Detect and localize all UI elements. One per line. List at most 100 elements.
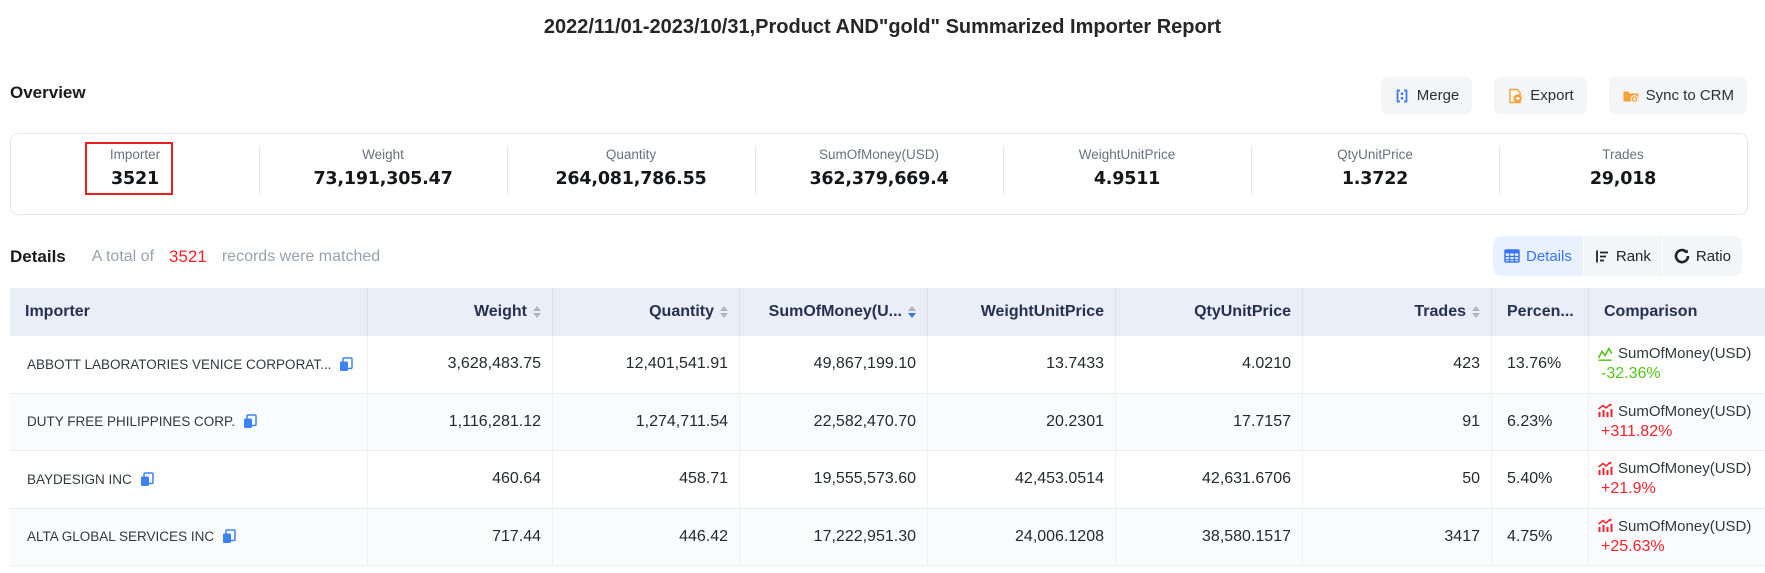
overview-panel: Importer 3521 Weight 73,191,305.47 Quant… — [10, 133, 1748, 215]
stat-trades-label: Trades — [1499, 146, 1747, 164]
weight-cell: 460.64 — [368, 451, 553, 508]
stat-importer: Importer 3521 — [11, 134, 259, 214]
weight-cell: 3,628,483.75 — [368, 336, 553, 393]
quantity-cell: 458.71 — [553, 451, 740, 508]
table-body: ABBOTT LABORATORIES VENICE CORPORAT... 3… — [10, 336, 1765, 566]
stat-weightunitprice: WeightUnitPrice 4.9511 — [1003, 134, 1251, 214]
weightunitprice-cell: 20.2301 — [928, 394, 1116, 451]
importer-cell[interactable]: ABBOTT LABORATORIES VENICE CORPORAT... — [10, 336, 368, 393]
details-bar: Details A total of 3521 records were mat… — [10, 246, 380, 268]
trend-up-chart-icon — [1597, 461, 1613, 477]
stat-weightunitprice-label: WeightUnitPrice — [1003, 146, 1251, 164]
stat-importer-value: 3521 — [11, 167, 259, 191]
export-button-label: Export — [1530, 87, 1573, 104]
details-summary-suffix: records were matched — [222, 248, 380, 266]
merge-button[interactable]: Merge — [1381, 77, 1473, 114]
col-header-quantity[interactable]: Quantity — [553, 288, 740, 336]
trend-up-chart-icon — [1597, 518, 1613, 534]
weight-cell: 717.44 — [368, 509, 553, 566]
comparison-change: +311.82% — [1597, 423, 1672, 441]
stat-sumofmoney-label: SumOfMoney(USD) — [755, 146, 1003, 164]
sumofmoney-cell: 49,867,199.10 — [740, 336, 928, 393]
table-row: DUTY FREE PHILIPPINES CORP. 1,116,281.12… — [10, 394, 1765, 452]
comparison-cell: SumOfMoney(USD) +25.63% — [1589, 509, 1765, 566]
stat-sumofmoney-value: 362,379,669.4 — [755, 167, 1003, 191]
details-heading: Details — [10, 247, 66, 267]
col-header-weightunitprice[interactable]: WeightUnitPrice — [928, 288, 1116, 336]
copy-icon[interactable] — [243, 414, 257, 429]
merge-icon — [1394, 88, 1410, 104]
stat-importer-label: Importer — [11, 146, 259, 164]
stat-quantity: Quantity 264,081,786.55 — [507, 134, 755, 214]
col-header-sumofmoney[interactable]: SumOfMoney(U... — [740, 288, 928, 336]
col-header-trades[interactable]: Trades — [1303, 288, 1492, 336]
quantity-cell: 446.42 — [553, 509, 740, 566]
copy-icon[interactable] — [140, 472, 154, 487]
sort-icon-weight[interactable] — [533, 306, 541, 318]
comparison-metric: SumOfMoney(USD) — [1618, 403, 1751, 420]
export-icon — [1507, 88, 1523, 104]
comparison-cell: SumOfMoney(USD) +21.9% — [1589, 451, 1765, 508]
col-header-importer[interactable]: Importer — [10, 288, 368, 336]
tab-details[interactable]: Details — [1493, 236, 1583, 276]
stat-qtyunitprice-value: 1.3722 — [1251, 167, 1499, 191]
tab-ratio-label: Ratio — [1696, 248, 1731, 265]
sort-icon-sumofmoney[interactable] — [908, 306, 916, 318]
table-row: ALTA GLOBAL SERVICES INC 717.44 446.42 1… — [10, 509, 1765, 567]
stat-weightunitprice-value: 4.9511 — [1003, 167, 1251, 191]
stat-weight-label: Weight — [259, 146, 507, 164]
col-header-comparison: Comparison — [1589, 288, 1765, 336]
percent-cell: 5.40% — [1492, 451, 1589, 508]
comparison-cell: SumOfMoney(USD) +311.82% — [1589, 394, 1765, 451]
rank-icon — [1595, 249, 1610, 264]
qtyunitprice-cell: 17.7157 — [1116, 394, 1303, 451]
trend-up-chart-icon — [1597, 403, 1613, 419]
stat-quantity-value: 264,081,786.55 — [507, 167, 755, 191]
trades-cell: 423 — [1303, 336, 1492, 393]
quantity-cell: 1,274,711.54 — [553, 394, 740, 451]
weight-cell: 1,116,281.12 — [368, 394, 553, 451]
quantity-cell: 12,401,541.91 — [553, 336, 740, 393]
tab-rank[interactable]: Rank — [1584, 236, 1662, 276]
weightunitprice-cell: 42,453.0514 — [928, 451, 1116, 508]
qtyunitprice-cell: 38,580.1517 — [1116, 509, 1303, 566]
percent-cell: 13.76% — [1492, 336, 1589, 393]
ratio-icon — [1674, 248, 1690, 264]
tab-details-label: Details — [1526, 248, 1572, 265]
toolbar: Merge Export Sync to CRM — [1381, 77, 1747, 114]
stat-qtyunitprice: QtyUnitPrice 1.3722 — [1251, 134, 1499, 214]
percent-cell: 4.75% — [1492, 509, 1589, 566]
sort-icon-trades[interactable] — [1472, 306, 1480, 318]
weightunitprice-cell: 24,006.1208 — [928, 509, 1116, 566]
comparison-metric: SumOfMoney(USD) — [1618, 460, 1751, 477]
qtyunitprice-cell: 4.0210 — [1116, 336, 1303, 393]
tab-ratio[interactable]: Ratio — [1663, 236, 1742, 276]
stat-trades-value: 29,018 — [1499, 167, 1747, 191]
comparison-cell: SumOfMoney(USD) -32.36% — [1589, 336, 1765, 393]
view-tabs: Details Rank Ratio — [1493, 236, 1742, 276]
trades-cell: 91 — [1303, 394, 1492, 451]
copy-icon[interactable] — [339, 357, 353, 372]
export-button[interactable]: Export — [1494, 77, 1586, 114]
details-summary-count: 3521 — [169, 247, 207, 267]
trend-down-chart-icon — [1597, 346, 1613, 362]
qtyunitprice-cell: 42,631.6706 — [1116, 451, 1303, 508]
copy-icon[interactable] — [222, 529, 236, 544]
col-header-weight[interactable]: Weight — [368, 288, 553, 336]
stat-sumofmoney: SumOfMoney(USD) 362,379,669.4 — [755, 134, 1003, 214]
tab-rank-label: Rank — [1616, 248, 1651, 265]
sync-to-crm-button[interactable]: Sync to CRM — [1609, 77, 1747, 114]
sort-icon-quantity[interactable] — [720, 306, 728, 318]
col-header-percent[interactable]: Percen... — [1492, 288, 1589, 336]
table-row: ABBOTT LABORATORIES VENICE CORPORAT... 3… — [10, 336, 1765, 394]
importer-cell[interactable]: DUTY FREE PHILIPPINES CORP. — [10, 394, 368, 451]
comparison-change: -32.36% — [1597, 365, 1661, 383]
importer-cell[interactable]: ALTA GLOBAL SERVICES INC — [10, 509, 368, 566]
col-header-qtyunitprice[interactable]: QtyUnitPrice — [1116, 288, 1303, 336]
comparison-change: +21.9% — [1597, 480, 1656, 498]
sync-crm-icon — [1622, 88, 1639, 104]
table-row: BAYDESIGN INC 460.64 458.71 19,555,573.6… — [10, 451, 1765, 509]
importer-cell[interactable]: BAYDESIGN INC — [10, 451, 368, 508]
stat-qtyunitprice-label: QtyUnitPrice — [1251, 146, 1499, 164]
stat-quantity-label: Quantity — [507, 146, 755, 164]
